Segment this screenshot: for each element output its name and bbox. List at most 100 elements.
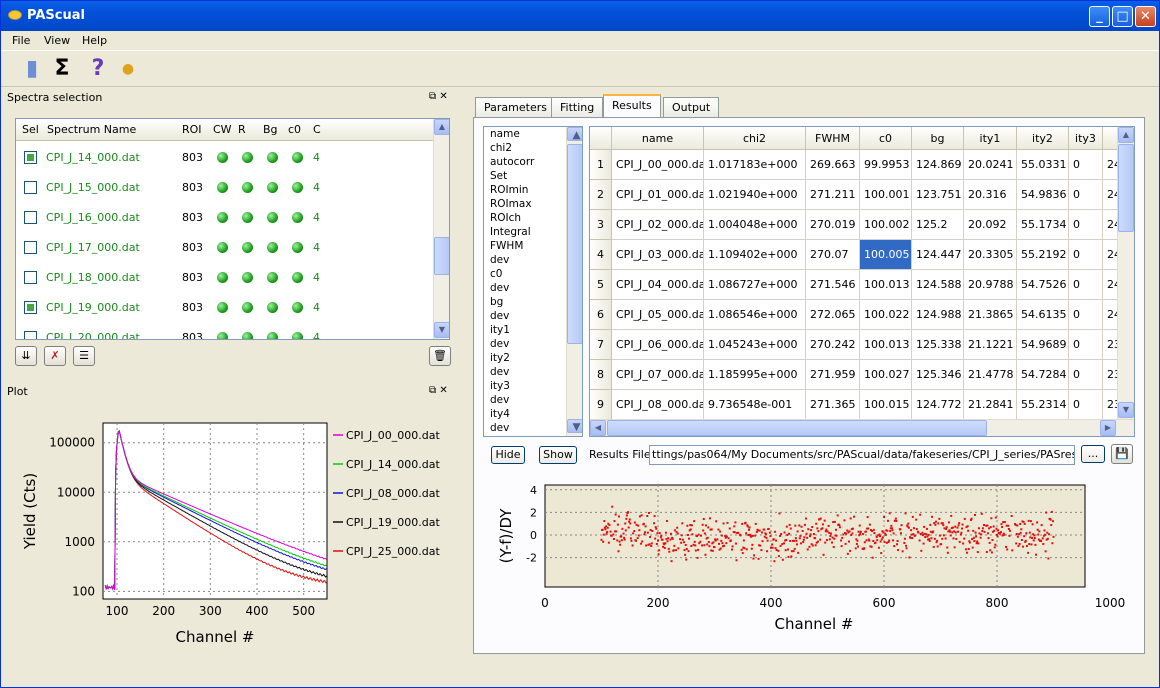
scroll-down-icon[interactable]: ▼	[434, 322, 449, 338]
results-cell[interactable]: 20.092	[964, 210, 1017, 240]
results-cell[interactable]: 1.086546e+000	[704, 300, 806, 330]
menu-file[interactable]: File	[12, 34, 30, 47]
scroll-down-icon[interactable]: ▼	[567, 419, 582, 433]
results-cell[interactable]: 21.2841	[964, 390, 1017, 420]
results-cell[interactable]: 123.751	[912, 180, 964, 210]
results-cell[interactable]: 54.9836	[1017, 180, 1069, 210]
edit-list-icon[interactable]: ☰	[73, 346, 95, 366]
col-cw[interactable]: CW	[213, 123, 232, 136]
spectra-scrollbar[interactable]: ▲ ▼	[433, 119, 449, 339]
menu-view[interactable]: View	[44, 34, 70, 47]
results-cell[interactable]: 270.07	[806, 240, 860, 270]
results-row-header[interactable]: 7	[590, 330, 612, 360]
results-cell[interactable]: 100.015	[860, 390, 912, 420]
results-cell[interactable]: CPI_J_05_000.dat	[612, 300, 704, 330]
delete-icon[interactable]: 🗑	[429, 346, 451, 366]
results-cell-selected[interactable]: 100.005	[860, 240, 912, 270]
results-row-header[interactable]: 8	[590, 360, 612, 390]
parameter-list[interactable]: name chi2 autocorr Set ROImin ROImax ROIch Inte…	[483, 126, 583, 437]
results-vscroll[interactable]: ▲ ▼	[1117, 127, 1134, 419]
results-cell[interactable]: 21.3865	[964, 300, 1017, 330]
results-cell[interactable]: 0	[1069, 330, 1103, 360]
results-cell[interactable]: 0	[1069, 360, 1103, 390]
show-button[interactable]: Show	[539, 446, 577, 464]
col-sel[interactable]: Sel	[22, 123, 39, 136]
results-cell[interactable]: 271.546	[806, 270, 860, 300]
tab-fitting[interactable]: Fitting	[551, 97, 604, 117]
results-cell[interactable]: 54.7284	[1017, 360, 1069, 390]
results-cell[interactable]: 124.772	[912, 390, 964, 420]
scroll-right-icon[interactable]: ▶	[1100, 420, 1116, 436]
results-cell[interactable]: CPI_J_06_000.dat	[612, 330, 704, 360]
results-cell[interactable]: 271.959	[806, 360, 860, 390]
spectrum-row[interactable]: CPI_J_19_000.dat 803 4	[16, 292, 434, 322]
results-col-header[interactable]: bg	[912, 127, 964, 150]
results-cell[interactable]: 270.242	[806, 330, 860, 360]
results-cell[interactable]: CPI_J_07_000.dat	[612, 360, 704, 390]
results-row-header[interactable]: 9	[590, 390, 612, 420]
results-col-header[interactable]: ity1	[964, 127, 1017, 150]
maximize-button[interactable]: □	[1112, 6, 1133, 27]
results-col-header[interactable]: name	[612, 127, 704, 150]
results-cell[interactable]: 0	[1069, 180, 1103, 210]
col-bg[interactable]: Bg	[263, 123, 278, 136]
save-icon[interactable]: 💾	[1111, 444, 1133, 464]
spectrum-checkbox[interactable]	[24, 301, 37, 314]
spectra-dock-buttons[interactable]: ⧉ ✕	[429, 91, 448, 102]
results-cell[interactable]: 100.002	[860, 210, 912, 240]
deselect-icon[interactable]: ✗	[44, 346, 66, 366]
scroll-thumb[interactable]	[607, 420, 987, 436]
col-c[interactable]: C	[313, 123, 321, 136]
spectrum-checkbox[interactable]	[24, 241, 37, 254]
spectrum-checkbox[interactable]	[24, 211, 37, 224]
select-all-icon[interactable]: ⇊	[15, 346, 37, 366]
results-cell[interactable]: 100.022	[860, 300, 912, 330]
results-cell[interactable]: 21.4778	[964, 360, 1017, 390]
scroll-up-icon[interactable]: ▲	[434, 119, 449, 135]
results-cell[interactable]: CPI_J_04_000.dat	[612, 270, 704, 300]
results-cell[interactable]: 99.9953	[860, 150, 912, 180]
results-col-header[interactable]: ity2	[1017, 127, 1069, 150]
results-cell[interactable]: 1.045243e+000	[704, 330, 806, 360]
results-cell[interactable]: 100.001	[860, 180, 912, 210]
results-cell[interactable]: 124.588	[912, 270, 964, 300]
results-cell[interactable]: 55.0331	[1017, 150, 1069, 180]
col-r[interactable]: R	[238, 123, 246, 136]
results-cell[interactable]: 0	[1069, 240, 1103, 270]
results-cell[interactable]: 124.447	[912, 240, 964, 270]
results-cell[interactable]: 100.013	[860, 270, 912, 300]
results-cell[interactable]: 9.736548e-001	[704, 390, 806, 420]
results-hscroll[interactable]: ◀ ▶	[590, 419, 1134, 436]
results-cell[interactable]: 55.2314	[1017, 390, 1069, 420]
results-cell[interactable]: 271.365	[806, 390, 860, 420]
results-cell[interactable]: 55.1734	[1017, 210, 1069, 240]
sum-icon[interactable]: Σ	[49, 56, 75, 82]
results-cell[interactable]: 21.1221	[964, 330, 1017, 360]
results-row-header[interactable]: 4	[590, 240, 612, 270]
spectrum-row[interactable]: CPI_J_20_000.dat 803 4	[16, 322, 434, 339]
hide-button[interactable]: Hide	[491, 446, 525, 464]
results-cell[interactable]: 270.019	[806, 210, 860, 240]
results-cell[interactable]: 0	[1069, 270, 1103, 300]
results-cell[interactable]: 125.346	[912, 360, 964, 390]
results-cell[interactable]: 125.2	[912, 210, 964, 240]
spectrum-checkbox[interactable]	[24, 331, 37, 339]
spectrum-row[interactable]: CPI_J_15_000.dat 803 4	[16, 172, 434, 202]
tab-results[interactable]: Results	[603, 94, 661, 117]
spectrum-checkbox[interactable]	[24, 151, 37, 164]
results-cell[interactable]: 124.988	[912, 300, 964, 330]
results-cell[interactable]: 0	[1069, 300, 1103, 330]
results-col-header[interactable]: chi2	[704, 127, 806, 150]
minimize-button[interactable]: _	[1089, 6, 1110, 27]
results-cell[interactable]: 0	[1069, 390, 1103, 420]
param-scrollbar[interactable]: ▲ ▼	[566, 127, 582, 436]
scroll-left-icon[interactable]: ◀	[590, 420, 606, 436]
results-cell[interactable]: 54.9689	[1017, 330, 1069, 360]
pascual-icon[interactable]: ●	[115, 56, 141, 82]
scroll-down-icon[interactable]: ▼	[1118, 402, 1134, 418]
tab-output[interactable]: Output	[663, 97, 720, 117]
results-cell[interactable]: 54.7526	[1017, 270, 1069, 300]
results-cell[interactable]: 269.663	[806, 150, 860, 180]
results-cell[interactable]: 0	[1069, 150, 1103, 180]
results-cell[interactable]: CPI_J_02_000.dat	[612, 210, 704, 240]
